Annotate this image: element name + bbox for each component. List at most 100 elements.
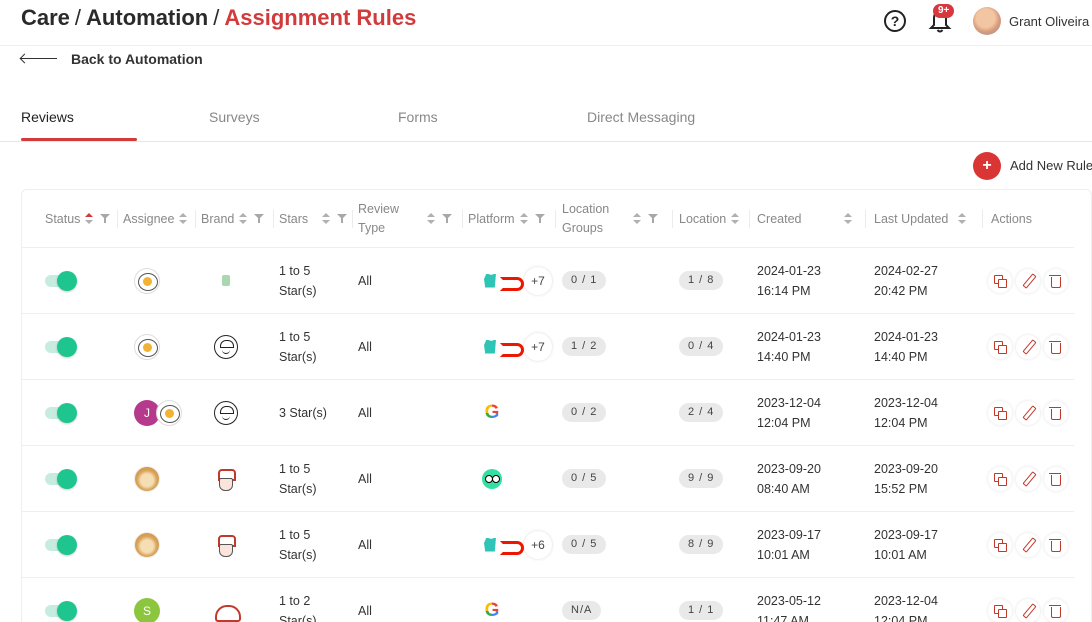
brand-cell [214,248,238,313]
filter-icon[interactable] [648,214,659,224]
column-location[interactable]: Location [679,190,740,248]
location-groups-pill: 0 / 5 [562,535,607,554]
breadcrumb-automation[interactable]: Automation [86,5,208,30]
location-cell: 9 / 9 [679,446,724,511]
platform-more-badge[interactable]: +7 [524,332,552,361]
tab-reviews[interactable]: Reviews [21,109,74,125]
column-brand[interactable]: Brand [201,190,265,248]
tab-direct-messaging[interactable]: Direct Messaging [587,109,695,125]
sort-icon[interactable] [633,213,642,225]
trash-icon[interactable] [1044,400,1068,425]
column-divider [195,210,196,228]
sort-icon[interactable] [519,213,528,225]
table-row: S 1 to 2 Star(s) All G N/A 1 / 1 2023-05-12 11:4… [22,578,1074,622]
location-groups-pill: N/A [562,601,602,620]
help-icon[interactable]: ? [884,10,906,32]
platform-more-badge[interactable]: +7 [524,266,552,295]
trash-icon[interactable] [1044,532,1068,557]
status-cell [45,512,77,577]
sort-icon[interactable] [239,213,248,225]
tab-forms[interactable]: Forms [398,109,438,125]
column-review-type[interactable]: Review Type [358,190,452,248]
status-toggle[interactable] [45,336,77,357]
assignee-cell: J [134,380,182,445]
status-toggle[interactable] [45,468,77,489]
location-groups-cell: N/A [562,578,602,622]
stars-line1: 1 to 5 [279,329,311,344]
platform-more-badge[interactable]: +6 [524,530,552,559]
sort-icon[interactable] [958,213,967,225]
stars-cell: 1 to 2 Star(s) [279,578,317,622]
column-status[interactable]: Status [45,190,111,248]
column-last-updated[interactable]: Last Updated [874,190,967,248]
stars-line2: Star(s) [279,349,317,364]
edit-icon[interactable] [1016,466,1040,491]
trash-icon[interactable] [1044,598,1068,622]
created-value: 2023-12-04 12:04 PM [757,393,821,433]
filter-icon[interactable] [337,214,348,224]
sort-icon[interactable] [844,213,853,225]
user-name[interactable]: Grant Oliveira [1009,14,1089,29]
trash-icon[interactable] [1044,268,1068,293]
copy-icon[interactable] [988,598,1012,622]
breadcrumb-care[interactable]: Care [21,5,70,30]
status-toggle[interactable] [45,402,77,423]
chef-brand-icon [214,400,238,425]
toggle-knob [57,402,77,423]
copy-icon[interactable] [988,334,1012,359]
stars-cell: 1 to 5 Star(s) [279,314,317,379]
column-assignee[interactable]: Assignee [123,190,188,248]
status-toggle[interactable] [45,534,77,555]
updated-cell: 2024-02-27 20:42 PM [874,248,938,313]
column-location-groups[interactable]: Location Groups [562,190,659,248]
column-platform[interactable]: Platform [468,190,545,248]
created-date: 2023-05-12 [757,593,821,608]
egg-avatar [134,267,160,294]
deliveroo-icon [482,338,498,356]
created-date: 2024-01-23 [757,263,821,278]
edit-icon[interactable] [1016,268,1040,293]
trash-icon[interactable] [1044,334,1068,359]
copy-icon[interactable] [988,268,1012,293]
actions-cell [988,512,1072,577]
sort-icon[interactable] [85,213,94,225]
tab-surveys[interactable]: Surveys [209,109,260,125]
assignee-cell [134,446,160,511]
edit-icon[interactable] [1016,532,1040,557]
trash-icon[interactable] [1044,466,1068,491]
edit-icon[interactable] [1016,400,1040,425]
sort-icon[interactable] [731,213,740,225]
status-toggle[interactable] [45,270,77,291]
cook-brand-icon [214,466,238,491]
filter-icon[interactable] [100,214,111,224]
review-type-cell: All [358,314,372,379]
actions-cell [988,578,1072,622]
edit-icon[interactable] [1016,598,1040,622]
location-pill: 2 / 4 [679,403,724,422]
sort-icon[interactable] [322,213,331,225]
copy-icon[interactable] [988,532,1012,557]
column-review-type-line2: Type [358,221,386,235]
updated-value: 2023-12-04 12:04 PM [874,591,938,622]
stars-line1: 1 to 5 [279,461,311,476]
sort-icon[interactable] [427,213,435,225]
status-toggle[interactable] [45,600,77,621]
filter-icon[interactable] [254,214,265,224]
notification-badge: 9+ [933,4,955,18]
filter-icon[interactable] [442,214,452,224]
filter-icon[interactable] [534,214,545,224]
column-stars[interactable]: Stars [279,190,348,248]
edit-icon[interactable] [1016,334,1040,359]
doordash-icon [500,275,524,291]
review-type-value: All [358,537,372,552]
doge-avatar [134,465,160,492]
sort-icon[interactable] [179,213,188,225]
column-location-groups-line2: Groups [562,221,603,235]
location-cell: 2 / 4 [679,380,724,445]
column-created[interactable]: Created [757,190,853,248]
copy-icon[interactable] [988,466,1012,491]
copy-icon[interactable] [988,400,1012,425]
brand-cell [214,578,241,622]
column-actions: Actions [991,190,1032,248]
user-avatar[interactable] [973,7,1001,35]
